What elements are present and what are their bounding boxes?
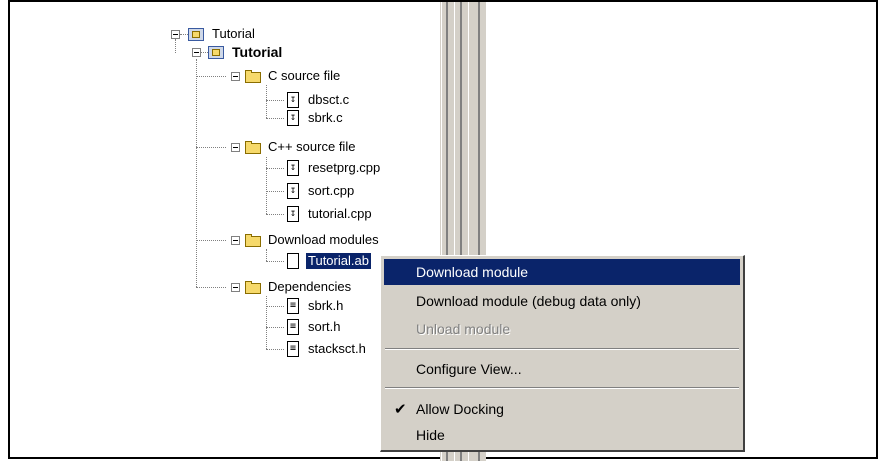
menu-separator [385, 387, 739, 389]
download-glyph: ↧ [290, 94, 297, 105]
tree-connector [266, 261, 284, 262]
tree-node-label: resetprg.cpp [308, 160, 381, 175]
tree-node-file-selected[interactable]: Tutorial.ab [284, 252, 372, 270]
workspace-icon [188, 26, 206, 42]
tree-connector [196, 287, 226, 288]
tree-node-label: sbrk.h [308, 298, 344, 313]
tree-connector [266, 349, 284, 350]
tree-connector [266, 306, 284, 307]
tree-node-label: stacksct.h [308, 341, 366, 356]
menu-item-label: Download module [416, 264, 529, 280]
tree-node-label: Download modules [268, 232, 379, 247]
source-file-icon: ↧ [284, 92, 302, 108]
tree-node-folder[interactable]: Dependencies [244, 278, 353, 296]
tree-connector [200, 52, 208, 53]
collapse-toggle-c-source[interactable] [231, 72, 240, 81]
tree-node-label: sbrk.c [308, 110, 343, 125]
tree-node-file[interactable]: ≡ sbrk.h [284, 297, 345, 315]
tree-node-root[interactable]: Tutorial [188, 25, 257, 43]
tree-node-file[interactable]: ↧ tutorial.cpp [284, 205, 374, 223]
folder-icon [244, 139, 262, 155]
tree-node-folder[interactable]: C source file [244, 67, 342, 85]
tree-node-file[interactable]: ↧ resetprg.cpp [284, 159, 382, 177]
tree-connector [266, 168, 284, 169]
tree-node-file[interactable]: ↧ sbrk.c [284, 109, 345, 127]
tree-connector [266, 327, 284, 328]
tree-connector [175, 39, 176, 53]
header-file-icon: ≡ [284, 319, 302, 335]
header-glyph: ≡ [290, 300, 297, 311]
menu-item-download-module-debug[interactable]: Download module (debug data only) [384, 288, 740, 314]
tree-connector [266, 249, 267, 261]
tree-node-project[interactable]: Tutorial [208, 43, 284, 61]
tree-connector [196, 76, 226, 77]
tree-connector [196, 240, 226, 241]
collapse-toggle-root[interactable] [171, 30, 180, 39]
tree-connector [266, 214, 284, 215]
tree-node-folder[interactable]: Download modules [244, 231, 381, 249]
tree-node-file[interactable]: ↧ dbsct.c [284, 91, 351, 109]
tree-node-label: Tutorial.ab [305, 252, 372, 270]
project-icon [208, 44, 226, 60]
tree-connector [196, 59, 197, 287]
tree-node-label: Tutorial [212, 26, 255, 41]
download-glyph: ↧ [290, 208, 297, 219]
tree-node-label: Tutorial [232, 44, 283, 60]
menu-item-label: Unload module [416, 321, 511, 337]
header-file-icon: ≡ [284, 341, 302, 357]
menu-item-download-module[interactable]: Download module [384, 259, 740, 285]
download-glyph: ↧ [290, 112, 297, 123]
source-file-icon: ↧ [284, 183, 302, 199]
header-file-icon: ≡ [284, 298, 302, 314]
tree-connector [266, 85, 267, 118]
menu-item-unload-module: Unload module [384, 316, 740, 342]
tree-node-label: C++ source file [268, 139, 356, 154]
tree-node-label: tutorial.cpp [308, 206, 372, 221]
module-file-icon [284, 253, 302, 269]
header-glyph: ≡ [290, 321, 297, 332]
tree-node-label: sort.h [308, 319, 341, 334]
header-glyph: ≡ [290, 343, 297, 354]
tree-connector [266, 296, 267, 349]
tree-node-file[interactable]: ≡ sort.h [284, 318, 343, 336]
menu-item-label: Hide [416, 427, 445, 443]
tree-node-file[interactable]: ↧ sort.cpp [284, 182, 356, 200]
collapse-toggle-cpp-source[interactable] [231, 143, 240, 152]
screenshot-frame: Tutorial Tutorial C source file ↧ dbsct.… [8, 0, 878, 461]
tree-node-label: Dependencies [268, 279, 352, 294]
tree-connector [266, 118, 284, 119]
source-file-icon: ↧ [284, 110, 302, 126]
checkmark-icon: ✔ [394, 401, 407, 418]
menu-item-label: Download module (debug data only) [416, 293, 641, 309]
tree-connector [180, 34, 188, 35]
tree-node-label: dbsct.c [308, 92, 350, 107]
collapse-toggle-project[interactable] [192, 48, 201, 57]
tree-node-label: sort.cpp [308, 183, 355, 198]
source-file-icon: ↧ [284, 160, 302, 176]
folder-icon [244, 68, 262, 84]
tree-connector [266, 191, 284, 192]
menu-separator [385, 348, 739, 350]
tree-node-label: C source file [268, 68, 341, 83]
download-glyph: ↧ [290, 185, 297, 196]
menu-item-configure-view[interactable]: Configure View... [384, 356, 740, 382]
tree-connector [266, 100, 284, 101]
context-menu: Download module Download module (debug d… [380, 255, 745, 452]
collapse-toggle-download-modules[interactable] [231, 236, 240, 245]
menu-item-label: Allow Docking [416, 401, 504, 417]
tree-node-folder[interactable]: C++ source file [244, 138, 357, 156]
folder-icon [244, 232, 262, 248]
collapse-toggle-dependencies[interactable] [231, 283, 240, 292]
source-file-icon: ↧ [284, 206, 302, 222]
tree-node-file[interactable]: ≡ stacksct.h [284, 340, 368, 358]
menu-item-allow-docking[interactable]: ✔ Allow Docking [384, 396, 740, 422]
download-glyph: ↧ [290, 162, 297, 173]
menu-item-hide[interactable]: Hide [384, 422, 740, 448]
folder-icon [244, 279, 262, 295]
menu-item-label: Configure View... [416, 361, 522, 377]
tree-connector [266, 157, 267, 214]
tree-connector [196, 147, 226, 148]
